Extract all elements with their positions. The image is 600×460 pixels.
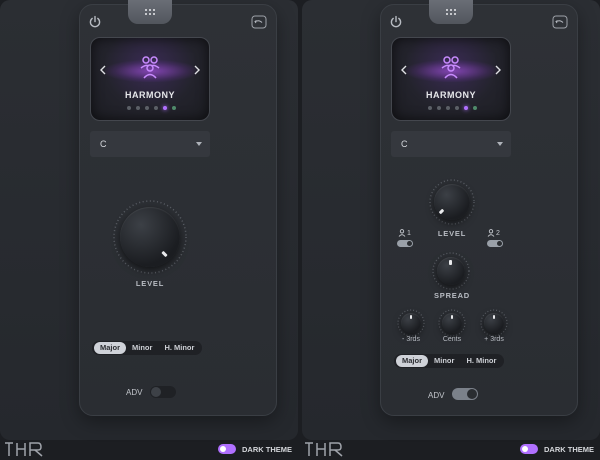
undo-button[interactable] [551,13,569,31]
plugin-window: HARMONY C LEVEL Major Minor H. Minor ADV [79,0,277,416]
mode-dot[interactable] [154,106,158,110]
undo-icon [552,15,568,29]
right-panel: HARMONY C LEVEL 1 2 SPREAD - 3rds Cents … [302,0,600,440]
grid-dots-icon [145,9,155,15]
chevron-left-icon [401,65,407,75]
level-label: LEVEL [437,229,467,238]
mode-dot-active[interactable] [464,106,468,110]
mode-display: HARMONY [90,37,210,121]
grid-dots-icon [446,9,456,15]
dark-theme-toggle[interactable] [520,444,538,454]
plus-3rds-knob[interactable] [480,309,508,337]
spread-knob[interactable] [432,252,470,290]
power-icon [89,15,101,28]
power-icon [390,15,402,28]
scale-option-major[interactable]: Major [94,342,127,354]
chevron-down-icon [196,142,202,146]
left-panel: HARMONY C LEVEL Major Minor H. Minor ADV [0,0,298,440]
scale-option-minor[interactable]: Minor [126,342,158,354]
scale-selector: Major Minor H. Minor [92,341,203,355]
level-label: LEVEL [135,279,165,288]
thr-logo-icon [5,442,43,457]
next-mode-button[interactable] [492,60,504,80]
mode-title: HARMONY [426,90,476,100]
harmony-voices-icon [441,56,461,79]
mode-dot[interactable] [473,106,477,110]
voice-1: 1 [398,229,411,237]
dark-theme-label: DARK THEME [544,445,594,454]
cents-label: Cents [442,336,462,343]
scale-selector: Major Minor H. Minor [394,354,505,368]
scale-option-minor[interactable]: Minor [428,355,460,367]
spread-label: SPREAD [433,291,471,300]
undo-button[interactable] [250,13,268,31]
dark-theme-toggle[interactable] [218,444,236,454]
mode-dot[interactable] [428,106,432,110]
menu-tab[interactable] [128,0,172,24]
voice-2: 2 [487,229,500,237]
power-button[interactable] [86,13,104,31]
mode-page-dots [127,106,176,110]
voice-2-label: 2 [496,229,500,237]
adv-toggle[interactable] [452,388,478,400]
mode-dot[interactable] [172,106,176,110]
adv-toggle[interactable] [150,386,176,398]
chevron-right-icon [495,65,501,75]
chevron-right-icon [194,65,200,75]
mode-page-dots [428,106,477,110]
mode-dot[interactable] [455,106,459,110]
level-knob[interactable] [429,179,475,225]
adv-label: ADV [428,391,445,400]
next-mode-button[interactable] [191,60,203,80]
prev-mode-button[interactable] [398,60,410,80]
mode-dot[interactable] [127,106,131,110]
cents-knob[interactable] [438,309,466,337]
plugin-window-advanced: HARMONY C LEVEL 1 2 SPREAD - 3rds Cents … [380,0,578,416]
mode-dot[interactable] [437,106,441,110]
voice-1-toggle[interactable] [397,240,413,247]
mode-title: HARMONY [125,90,175,100]
plus-3rds-label: + 3rds [484,336,504,343]
key-value: C [100,139,107,149]
thr-logo-icon [305,442,343,457]
adv-label: ADV [126,388,143,397]
power-button[interactable] [387,13,405,31]
person-icon [398,229,406,237]
key-dropdown[interactable]: C [391,131,511,157]
mode-dot[interactable] [145,106,149,110]
voice-2-toggle[interactable] [487,240,503,247]
mode-dot-active[interactable] [163,106,167,110]
prev-mode-button[interactable] [97,60,109,80]
mode-dot[interactable] [446,106,450,110]
key-dropdown[interactable]: C [90,131,210,157]
undo-icon [251,15,267,29]
level-knob[interactable] [112,199,188,275]
mode-dot[interactable] [136,106,140,110]
person-icon [487,229,495,237]
key-value: C [401,139,408,149]
chevron-left-icon [100,65,106,75]
chevron-down-icon [497,142,503,146]
mode-display: HARMONY [391,37,511,121]
voice-1-label: 1 [407,229,411,237]
dark-theme-label: DARK THEME [242,445,292,454]
scale-option-harmonic-minor[interactable]: H. Minor [460,355,502,367]
scale-option-harmonic-minor[interactable]: H. Minor [158,342,200,354]
menu-tab[interactable] [429,0,473,24]
scale-option-major[interactable]: Major [396,355,429,367]
minus-3rds-knob[interactable] [397,309,425,337]
harmony-voices-icon [140,56,160,79]
